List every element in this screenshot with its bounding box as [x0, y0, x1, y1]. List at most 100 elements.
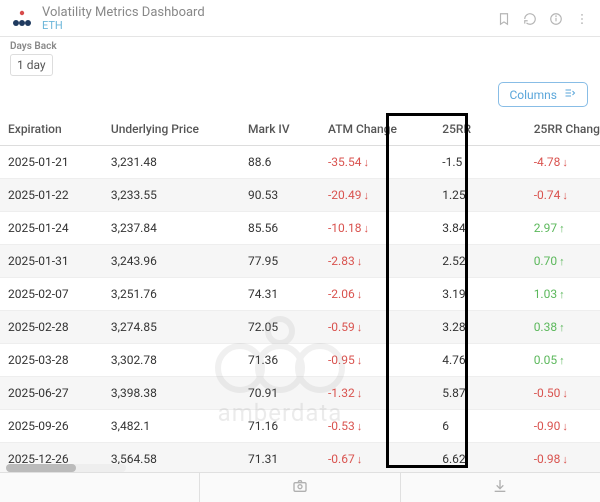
cell-expiration: 2025-09-26 [0, 410, 103, 443]
cell-mark-iv: 85.56 [240, 212, 320, 245]
cell-mark-iv: 70.91 [240, 377, 320, 410]
cell-25rr: 4.76 [434, 344, 525, 377]
cell-mark-iv: 71.16 [240, 410, 320, 443]
bottom-seg-left[interactable] [0, 473, 200, 502]
cell-25rr-change: 0.38↑ [526, 311, 600, 344]
cell-underlying: 3,398.38 [103, 377, 240, 410]
cell-25rr-change: 0.05↑ [526, 344, 600, 377]
table-row[interactable]: 2025-01-213,231.4888.6-35.54↓-1.5-4.78↓ [0, 146, 600, 179]
columns-icon [563, 87, 577, 102]
page-subtitle: ETH [42, 20, 205, 32]
cell-underlying: 3,302.78 [103, 344, 240, 377]
cell-25rr: 6 [434, 410, 525, 443]
cell-mark-iv: 90.53 [240, 179, 320, 212]
col-expiration[interactable]: Expiration [0, 113, 103, 146]
days-back-select[interactable]: 1 day [10, 54, 53, 76]
table-row[interactable]: 2025-01-243,237.8485.56-10.18↓3.842.97↑ [0, 212, 600, 245]
cell-expiration: 2025-01-24 [0, 212, 103, 245]
cell-25rr-change: -0.74↓ [526, 179, 600, 212]
cell-expiration: 2025-03-28 [0, 344, 103, 377]
cell-atm-change: -20.49↓ [320, 179, 434, 212]
cell-mark-iv: 71.31 [240, 443, 320, 474]
app-logo [10, 7, 34, 31]
table-row[interactable]: 2025-01-313,243.9677.95-2.83↓2.520.70↑ [0, 245, 600, 278]
cell-25rr-change: -0.98↓ [526, 443, 600, 474]
cell-atm-change: -2.83↓ [320, 245, 434, 278]
download-button[interactable] [401, 473, 600, 502]
controls: Days Back 1 day [0, 37, 600, 78]
cell-25rr-change: -0.90↓ [526, 410, 600, 443]
refresh-icon[interactable] [522, 11, 538, 27]
more-icon[interactable] [574, 11, 590, 27]
cell-atm-change: -2.06↓ [320, 278, 434, 311]
cell-expiration: 2025-01-31 [0, 245, 103, 278]
cell-25rr: 1.25 [434, 179, 525, 212]
header-actions [496, 11, 590, 27]
cell-atm-change: -0.67↓ [320, 443, 434, 474]
cell-atm-change: -0.95↓ [320, 344, 434, 377]
cell-mark-iv: 77.95 [240, 245, 320, 278]
cell-underlying: 3,231.48 [103, 146, 240, 179]
cell-expiration: 2025-02-07 [0, 278, 103, 311]
cell-25rr: 5.87 [434, 377, 525, 410]
cell-25rr-change: 2.97↑ [526, 212, 600, 245]
cell-atm-change: -0.53↓ [320, 410, 434, 443]
horizontal-scrollbar[interactable] [6, 464, 126, 472]
cell-atm-change: -35.54↓ [320, 146, 434, 179]
cell-expiration: 2025-01-22 [0, 179, 103, 212]
info-icon[interactable] [548, 11, 564, 27]
cell-atm-change: -10.18↓ [320, 212, 434, 245]
cell-atm-change: -1.32↓ [320, 377, 434, 410]
cell-25rr: -1.5 [434, 146, 525, 179]
days-back-label: Days Back [10, 41, 590, 52]
cell-25rr: 2.52 [434, 245, 525, 278]
cell-mark-iv: 88.6 [240, 146, 320, 179]
cell-mark-iv: 71.36 [240, 344, 320, 377]
header: Volatility Metrics Dashboard ETH [0, 0, 600, 37]
download-icon [492, 478, 508, 498]
col-25rr-change[interactable]: 25RR Change [526, 113, 600, 146]
col-25rr[interactable]: 25RR [434, 113, 525, 146]
cell-25rr-change: -4.78↓ [526, 146, 600, 179]
columns-button[interactable]: Columns [498, 82, 588, 107]
cell-underlying: 3,482.1 [103, 410, 240, 443]
table-row[interactable]: 2025-09-263,482.171.16-0.53↓6-0.90↓ [0, 410, 600, 443]
volatility-table: Expiration Underlying Price Mark IV ATM … [0, 113, 600, 473]
col-underlying-price[interactable]: Underlying Price [103, 113, 240, 146]
bottom-toolbar [0, 472, 600, 502]
cell-underlying: 3,237.84 [103, 212, 240, 245]
table-row[interactable]: 2025-02-073,251.7674.31-2.06↓3.191.03↑ [0, 278, 600, 311]
cell-mark-iv: 72.05 [240, 311, 320, 344]
cell-25rr: 6.62 [434, 443, 525, 474]
table-row[interactable]: 2025-06-273,398.3870.91-1.32↓5.87-0.50↓ [0, 377, 600, 410]
cell-underlying: 3,243.96 [103, 245, 240, 278]
cell-expiration: 2025-02-28 [0, 311, 103, 344]
table-row[interactable]: 2025-03-283,302.7871.36-0.95↓4.760.05↑ [0, 344, 600, 377]
cell-underlying: 3,274.85 [103, 311, 240, 344]
cell-25rr: 3.28 [434, 311, 525, 344]
camera-icon [292, 478, 308, 498]
cell-underlying: 3,233.55 [103, 179, 240, 212]
table-container: Expiration Underlying Price Mark IV ATM … [0, 113, 600, 473]
cell-atm-change: -0.59↓ [320, 311, 434, 344]
scrollbar-thumb[interactable] [6, 464, 76, 472]
columns-button-label: Columns [509, 88, 557, 102]
cell-25rr: 3.84 [434, 212, 525, 245]
bookmark-icon[interactable] [496, 11, 512, 27]
days-back-value: 1 day [17, 58, 46, 72]
cell-25rr-change: 1.03↑ [526, 278, 600, 311]
cell-expiration: 2025-06-27 [0, 377, 103, 410]
cell-25rr-change: 0.70↑ [526, 245, 600, 278]
table-row[interactable]: 2025-02-283,274.8572.05-0.59↓3.280.38↑ [0, 311, 600, 344]
page-title: Volatility Metrics Dashboard [42, 6, 205, 20]
cell-25rr: 3.19 [434, 278, 525, 311]
table-header-row: Expiration Underlying Price Mark IV ATM … [0, 113, 600, 146]
cell-underlying: 3,251.76 [103, 278, 240, 311]
cell-mark-iv: 74.31 [240, 278, 320, 311]
col-mark-iv[interactable]: Mark IV [240, 113, 320, 146]
screenshot-button[interactable] [200, 473, 400, 502]
cell-expiration: 2025-01-21 [0, 146, 103, 179]
table-row[interactable]: 2025-01-223,233.5590.53-20.49↓1.25-0.74↓ [0, 179, 600, 212]
cell-25rr-change: -0.50↓ [526, 377, 600, 410]
col-atm-change[interactable]: ATM Change [320, 113, 434, 146]
